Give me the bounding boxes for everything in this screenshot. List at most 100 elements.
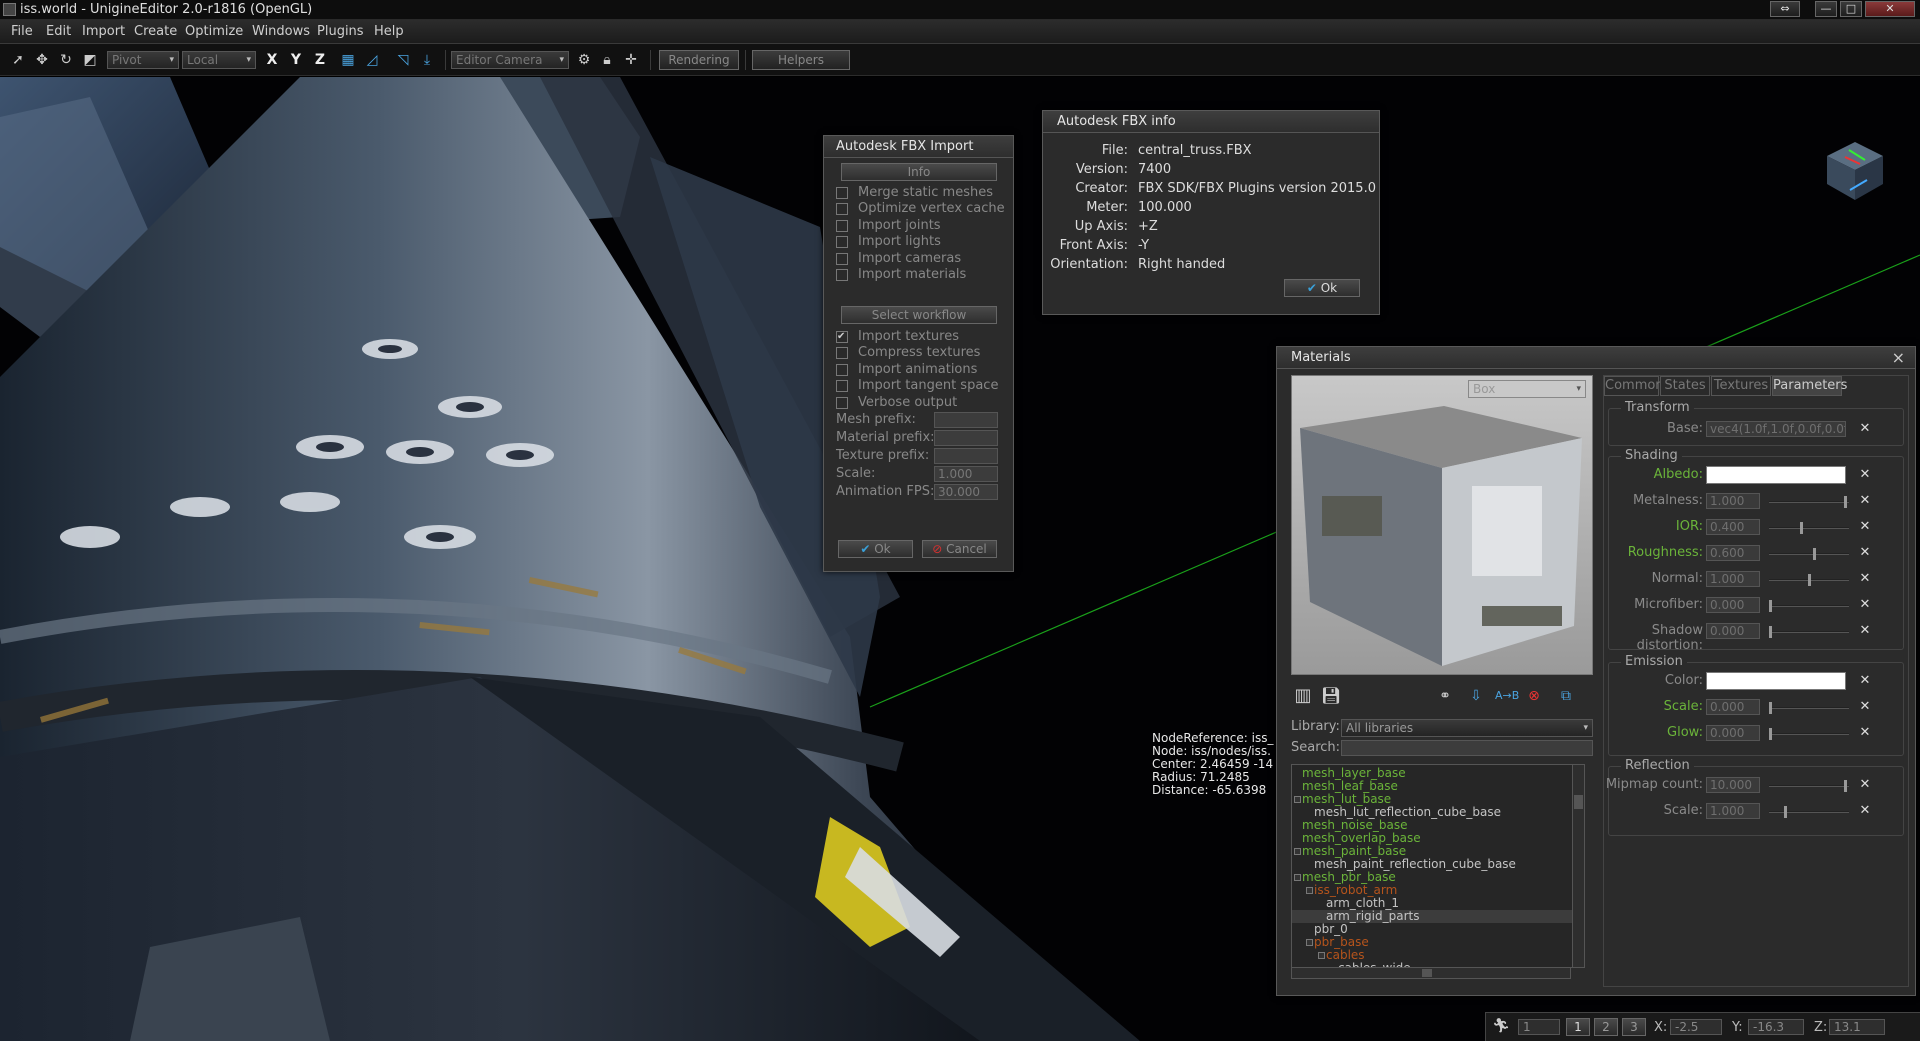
axis-x-toggle[interactable]: X — [263, 51, 281, 69]
slider-knob[interactable] — [1769, 600, 1772, 612]
menu-help[interactable]: Help — [374, 24, 404, 39]
fbx-import-ok-button[interactable]: ✔ Ok — [838, 540, 913, 558]
tree-collapse-toggle[interactable] — [1294, 796, 1301, 803]
restore-layout-button[interactable]: ⇔ — [1770, 1, 1800, 17]
import-field-input[interactable] — [934, 448, 998, 464]
import-option-checkbox[interactable] — [836, 203, 848, 216]
select-workflow-button[interactable]: Select workflow — [841, 306, 997, 324]
shading-param-slider[interactable] — [1769, 574, 1849, 586]
coordinate-space-combo[interactable]: Local ▾ — [182, 51, 256, 69]
maximize-button[interactable]: □ — [1840, 1, 1862, 17]
shading-color-swatch[interactable] — [1706, 466, 1846, 484]
import-option-checkbox[interactable]: ✔ — [836, 331, 848, 343]
shading-param-field[interactable]: 0.400 — [1706, 519, 1760, 535]
menu-plugins[interactable]: Plugins — [317, 24, 364, 39]
axis-y-toggle[interactable]: Y — [287, 51, 305, 69]
axis-z-toggle[interactable]: Z — [311, 51, 329, 69]
move-tool-icon[interactable]: ✥ — [33, 51, 51, 69]
snap-grid-icon[interactable]: ▦ — [339, 51, 357, 69]
scale-tool-icon[interactable]: ◩ — [81, 51, 99, 69]
emission-param-slider[interactable] — [1769, 728, 1849, 740]
status-button-2[interactable]: 2 — [1594, 1018, 1618, 1036]
reset-x-icon[interactable]: ✕ — [1858, 519, 1872, 534]
slider-knob[interactable] — [1844, 780, 1847, 792]
fbx-info-ok-button[interactable]: ✔ Ok — [1284, 279, 1360, 297]
camera-combo[interactable]: Editor Camera ▾ — [451, 51, 569, 69]
tree-vertical-scrollbar[interactable] — [1572, 765, 1584, 967]
tree-collapse-toggle[interactable] — [1306, 887, 1313, 894]
slider-knob[interactable] — [1813, 548, 1816, 560]
move-material-icon[interactable]: ⇩ — [1467, 687, 1485, 705]
reset-x-icon[interactable]: ✕ — [1858, 623, 1872, 638]
close-window-button[interactable]: ✕ — [1865, 1, 1915, 17]
status-button-3[interactable]: 3 — [1622, 1018, 1646, 1036]
base-field[interactable]: vec4(1.0f,1.0f,0.0f,0.0f) — [1706, 421, 1846, 437]
shading-param-field[interactable]: 0.600 — [1706, 545, 1760, 561]
tree-collapse-toggle[interactable] — [1294, 848, 1301, 855]
reset-x-icon[interactable]: ✕ — [1858, 571, 1872, 586]
emission-param-field[interactable]: 0.000 — [1706, 699, 1760, 715]
drop-to-ground-icon[interactable]: ⤓ — [418, 51, 436, 69]
reflection-param-slider[interactable] — [1769, 806, 1849, 818]
close-icon[interactable]: × — [1892, 347, 1905, 369]
reflection-param-field[interactable]: 10.000 — [1706, 777, 1760, 793]
reset-x-icon[interactable]: ✕ — [1858, 545, 1872, 560]
import-option-checkbox[interactable] — [836, 187, 848, 199]
menu-file[interactable]: File — [11, 24, 33, 39]
reset-x-icon[interactable]: ✕ — [1858, 725, 1872, 740]
menu-optimize[interactable]: Optimize — [185, 24, 243, 39]
scrollbar-thumb[interactable] — [1422, 969, 1432, 977]
slider-knob[interactable] — [1784, 806, 1787, 818]
import-field-input[interactable]: 30.000 — [934, 484, 998, 500]
rename-icon[interactable]: A→B — [1495, 687, 1519, 705]
import-option-checkbox[interactable] — [836, 396, 848, 409]
slider-knob[interactable] — [1808, 574, 1811, 586]
import-option-checkbox[interactable] — [836, 363, 848, 376]
import-option-checkbox[interactable] — [836, 219, 848, 232]
run-player-icon[interactable]: 🏃︎ — [1492, 1017, 1510, 1035]
tree-collapse-toggle[interactable] — [1294, 874, 1301, 881]
snap-surface-icon[interactable]: ◹ — [394, 51, 412, 69]
emission-param-field[interactable]: 0.000 — [1706, 725, 1760, 741]
import-option-checkbox[interactable] — [836, 380, 848, 393]
menu-create[interactable]: Create — [134, 24, 177, 39]
import-option-checkbox[interactable] — [836, 252, 848, 265]
reset-x-icon[interactable]: ✕ — [1858, 421, 1872, 436]
tab-textures[interactable]: Textures — [1711, 376, 1771, 396]
tree-horizontal-scrollbar[interactable] — [1291, 967, 1571, 979]
delete-material-icon[interactable]: ⊗ — [1525, 687, 1543, 705]
library-combo[interactable]: All libraries ▾ — [1341, 719, 1593, 737]
import-option-checkbox[interactable] — [836, 269, 848, 281]
camera-settings-gear-icon[interactable]: ⚙ — [575, 51, 593, 69]
lock-icon[interactable]: 🔒︎ — [598, 51, 616, 69]
clone-icon[interactable]: ⧉ — [1557, 687, 1575, 705]
import-field-input[interactable]: 1.000 — [934, 466, 998, 482]
preview-shape-combo[interactable]: Box ▾ — [1468, 380, 1586, 398]
shading-param-slider[interactable] — [1769, 496, 1849, 508]
info-button[interactable]: Info — [841, 163, 997, 181]
emission-param-slider[interactable] — [1769, 702, 1849, 714]
search-input[interactable] — [1341, 740, 1593, 756]
y-coordinate-field[interactable]: -16.3 — [1748, 1019, 1804, 1035]
shading-param-slider[interactable] — [1769, 548, 1849, 560]
save-icon[interactable]: 💾︎ — [1321, 687, 1341, 705]
reset-x-icon[interactable]: ✕ — [1858, 699, 1872, 714]
crosshair-icon[interactable]: ✛ — [622, 51, 640, 69]
x-coordinate-field[interactable]: -2.5 — [1670, 1019, 1722, 1035]
import-field-input[interactable] — [934, 412, 998, 428]
reset-x-icon[interactable]: ✕ — [1858, 597, 1872, 612]
select-cursor-icon[interactable]: ➚ — [9, 51, 27, 69]
tree-collapse-toggle[interactable] — [1318, 952, 1325, 959]
reset-x-icon[interactable]: ✕ — [1858, 673, 1872, 688]
status-field[interactable]: 1 — [1518, 1019, 1560, 1035]
slider-knob[interactable] — [1800, 522, 1803, 534]
tab-parameters[interactable]: Parameters — [1772, 376, 1847, 396]
snap-angle-icon[interactable]: ◿ — [363, 51, 381, 69]
reflection-param-slider[interactable] — [1769, 780, 1849, 792]
menu-edit[interactable]: Edit — [46, 24, 71, 39]
reflection-param-field[interactable]: 1.000 — [1706, 803, 1760, 819]
library-books-icon[interactable]: ▥ — [1291, 687, 1315, 705]
shading-param-field[interactable]: 0.000 — [1706, 597, 1760, 613]
tab-common[interactable]: Common — [1604, 376, 1664, 396]
rendering-button[interactable]: Rendering — [659, 50, 739, 70]
